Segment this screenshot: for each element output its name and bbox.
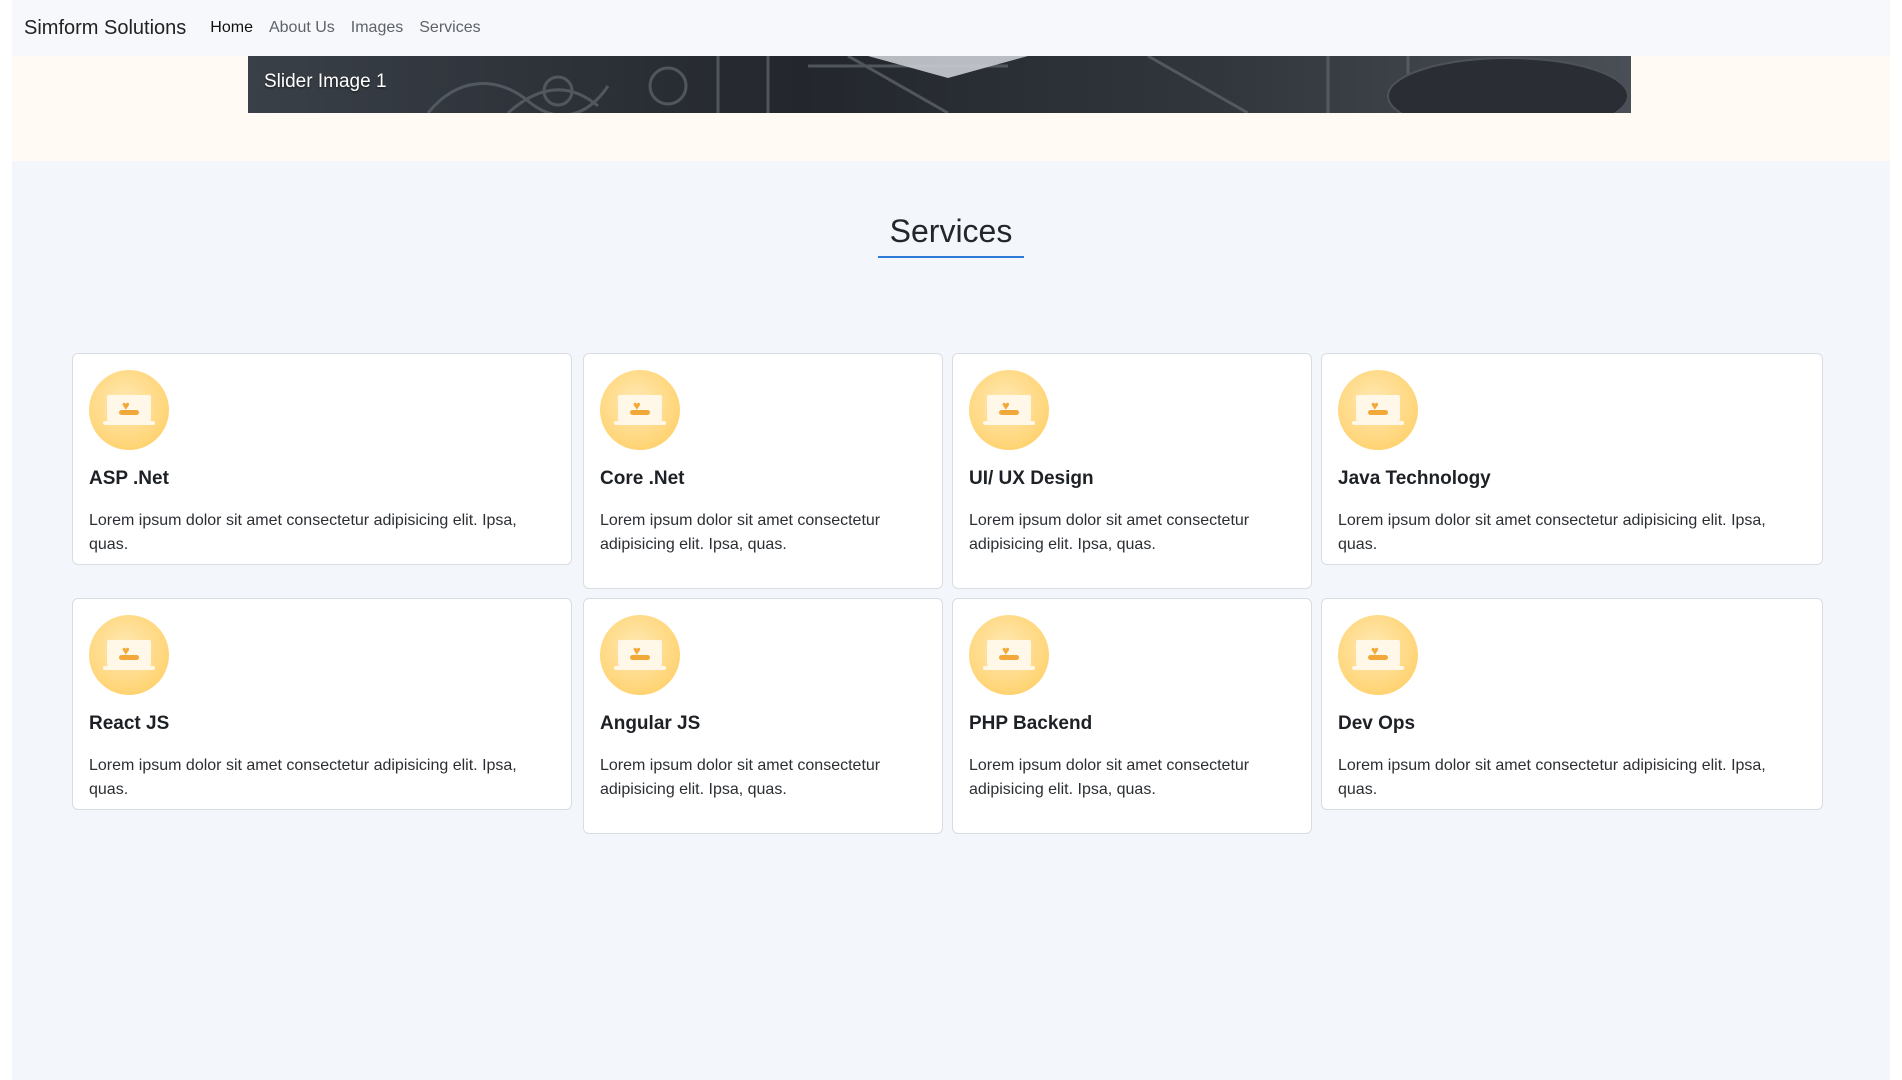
service-card-text: Lorem ipsum dolor sit amet consectetur a… xyxy=(600,512,881,553)
laptop-heart-icon: ♥ xyxy=(600,370,680,450)
service-card-text: Lorem ipsum dolor sit amet consectetur a… xyxy=(969,512,1250,553)
service-card-title: Java Technology xyxy=(1338,468,1491,489)
nav-link-home[interactable]: Home xyxy=(210,19,253,37)
services-title: Services xyxy=(877,213,1025,258)
navbar: Simform Solutions Home About Us Images S… xyxy=(12,0,1890,56)
service-card-text: Lorem ipsum dolor sit amet consectetur a… xyxy=(969,757,1250,798)
nav-link-services[interactable]: Services xyxy=(419,19,480,37)
service-card-title: Dev Ops xyxy=(1338,713,1416,734)
service-card-ui-ux-design[interactable]: ♥ UI/ UX Design Lorem ipsum dolor sit am… xyxy=(952,353,1312,589)
laptop-heart-icon: ♥ xyxy=(1338,615,1418,695)
service-card-text: Lorem ipsum dolor sit amet consectetur a… xyxy=(1338,757,1766,798)
service-card-asp-net[interactable]: ♥ ASP .Net Lorem ipsum dolor sit amet co… xyxy=(72,353,572,565)
laptop-heart-icon: ♥ xyxy=(89,370,169,450)
service-card-dev-ops[interactable]: ♥ Dev Ops Lorem ipsum dolor sit amet con… xyxy=(1321,598,1823,810)
nav-link-images[interactable]: Images xyxy=(351,19,403,37)
laptop-heart-icon: ♥ xyxy=(969,370,1049,450)
service-card-text: Lorem ipsum dolor sit amet consectetur a… xyxy=(89,757,517,798)
slider-caption: Slider Image 1 xyxy=(264,71,387,92)
service-card-angular-js[interactable]: ♥ Angular JS Lorem ipsum dolor sit amet … xyxy=(583,598,943,834)
service-card-text: Lorem ipsum dolor sit amet consectetur a… xyxy=(1338,512,1766,553)
service-card-text: Lorem ipsum dolor sit amet consectetur a… xyxy=(89,512,517,553)
service-card-java-technology[interactable]: ♥ Java Technology Lorem ipsum dolor sit … xyxy=(1321,353,1823,565)
page: Simform Solutions Home About Us Images S… xyxy=(12,0,1890,1080)
slider-image xyxy=(248,56,1631,113)
service-card-php-backend[interactable]: ♥ PHP Backend Lorem ipsum dolor sit amet… xyxy=(952,598,1312,834)
service-card-core-net[interactable]: ♥ Core .Net Lorem ipsum dolor sit amet c… xyxy=(583,353,943,589)
brand-logo[interactable]: Simform Solutions xyxy=(24,17,186,40)
hero-section: Slider Image 1 xyxy=(12,56,1890,161)
service-card-title: React JS xyxy=(89,713,170,734)
service-card-title: ASP .Net xyxy=(89,468,169,489)
service-card-title: Angular JS xyxy=(600,713,701,734)
service-card-title: Core .Net xyxy=(600,468,685,489)
nav-link-about-us[interactable]: About Us xyxy=(269,19,335,37)
laptop-heart-icon: ♥ xyxy=(89,615,169,695)
laptop-heart-icon: ♥ xyxy=(969,615,1049,695)
services-header: Services xyxy=(12,213,1890,258)
service-card-react-js[interactable]: ♥ React JS Lorem ipsum dolor sit amet co… xyxy=(72,598,572,810)
image-slider[interactable]: Slider Image 1 xyxy=(248,56,1631,113)
service-card-text: Lorem ipsum dolor sit amet consectetur a… xyxy=(600,757,881,798)
service-card-title: PHP Backend xyxy=(969,713,1093,734)
service-card-title: UI/ UX Design xyxy=(969,468,1094,489)
laptop-heart-icon: ♥ xyxy=(1338,370,1418,450)
laptop-heart-icon: ♥ xyxy=(600,615,680,695)
